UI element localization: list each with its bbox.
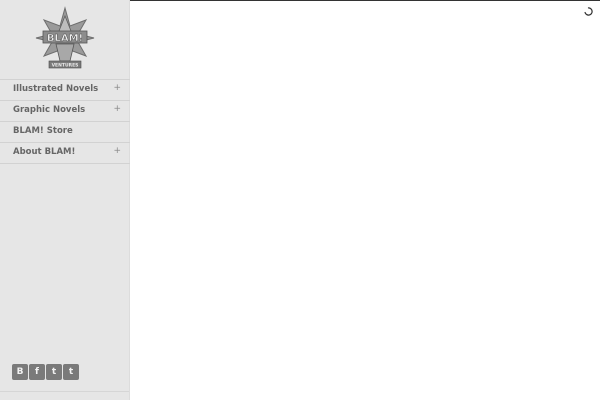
sidebar: BLAM! VENTURES Illustrated Novels + Grap… xyxy=(0,0,130,400)
loading-spinner-icon xyxy=(584,7,593,16)
nav-item-about-blam[interactable]: About BLAM! + xyxy=(0,143,130,164)
expand-plus-icon[interactable]: + xyxy=(113,104,121,114)
nav-item-label: BLAM! Store xyxy=(13,126,73,136)
nav-item-label: Illustrated Novels xyxy=(13,84,99,94)
expand-plus-icon[interactable]: + xyxy=(113,83,121,93)
nav-item-label: About BLAM! xyxy=(13,147,76,157)
main-nav: Illustrated Novels + Graphic Novels + BL… xyxy=(0,79,130,164)
content-top-border xyxy=(130,0,600,1)
footer-divider xyxy=(0,391,129,392)
nav-item-blam-store[interactable]: BLAM! Store xyxy=(0,122,130,143)
expand-plus-icon[interactable]: + xyxy=(113,146,121,156)
blam-logo[interactable]: BLAM! VENTURES xyxy=(34,6,96,70)
social-links: B f t t xyxy=(12,364,79,381)
twitter-icon[interactable]: t xyxy=(63,364,79,380)
svg-text:BLAM!: BLAM! xyxy=(47,33,83,44)
tumblr-icon[interactable]: t xyxy=(46,364,62,380)
facebook-icon[interactable]: f xyxy=(29,364,45,380)
svg-text:VENTURES: VENTURES xyxy=(52,63,79,69)
nav-item-label: Graphic Novels xyxy=(13,105,86,115)
blogger-icon[interactable]: B xyxy=(12,364,28,380)
nav-item-graphic-novels[interactable]: Graphic Novels + xyxy=(0,101,130,122)
nav-item-illustrated-novels[interactable]: Illustrated Novels + xyxy=(0,80,130,101)
